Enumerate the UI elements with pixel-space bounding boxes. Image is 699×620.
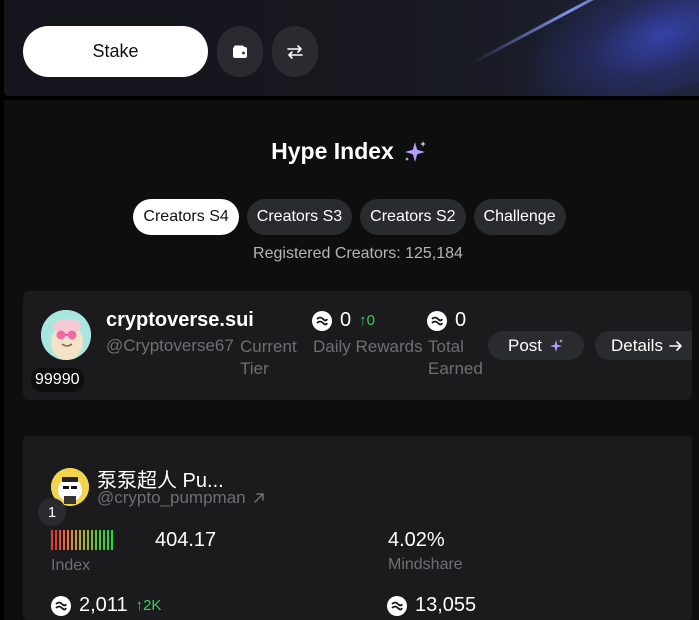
my-creator-card: 99990 cryptoverse.sui @Cryptoverse67 Cur… xyxy=(23,291,692,400)
index-value: 404.17 xyxy=(155,529,217,551)
tab-creators-s4[interactable]: Creators S4 xyxy=(133,199,239,235)
creator-name: cryptoverse.sui xyxy=(106,309,254,331)
daily-rewards-change: ↑0 xyxy=(359,312,375,329)
tab-creators-s2[interactable]: Creators S2 xyxy=(360,199,466,235)
earned-value: 13,055 xyxy=(415,594,477,616)
external-link-icon xyxy=(253,493,264,503)
sparkles-icon xyxy=(550,338,564,352)
sui-token-icon xyxy=(312,310,332,331)
registered-creators-count: Registered Creators: 125,184 xyxy=(253,245,463,262)
index-label: Index xyxy=(51,557,91,574)
sui-token-icon xyxy=(387,595,407,616)
creator-handle: @Cryptoverse67 xyxy=(106,336,234,355)
sui-token-icon xyxy=(51,595,71,616)
daily-rewards-value: 0 xyxy=(340,309,352,331)
mindshare-value: 4.02% xyxy=(388,529,445,551)
arrow-right-icon xyxy=(669,340,682,351)
rewards-change: ↑2K xyxy=(135,597,162,614)
daily-rewards-label: Daily Rewards xyxy=(313,337,423,356)
hype-index-title-row: Hype Index xyxy=(0,138,699,165)
leaderboard-card[interactable]: 1 泵泵超人 Pu... @crypto_pumpman 404.17 Inde… xyxy=(23,436,692,620)
details-button[interactable]: Details xyxy=(595,331,692,360)
details-button-label: Details xyxy=(611,335,663,355)
post-button-label: Post xyxy=(507,335,543,355)
rewards-value: 2,011 xyxy=(79,594,128,616)
wallet-icon xyxy=(233,45,247,58)
current-tier-label: Current Tier xyxy=(240,337,297,378)
creator-handle: @crypto_pumpman xyxy=(97,488,246,507)
avatar xyxy=(41,310,91,360)
tab-creators-s3[interactable]: Creators S3 xyxy=(246,199,353,235)
rank-badge: 99990 xyxy=(31,368,84,392)
swap-button[interactable] xyxy=(272,26,318,77)
swap-arrows-icon xyxy=(287,44,303,59)
earned-value-row: 13,055 xyxy=(387,594,476,617)
total-earned-label: Total Earned xyxy=(428,337,483,378)
rewards-value-row: 2,011 ↑2K xyxy=(51,594,161,617)
creator-handle-link[interactable]: @crypto_pumpman xyxy=(97,488,266,508)
daily-rewards-value-row: 0 ↑0 xyxy=(312,309,375,332)
season-tabs: Creators S4 Creators S3 Creators S2 Chal… xyxy=(0,199,699,235)
total-earned-value: 0 xyxy=(455,309,467,331)
total-earned-value-row: 0 xyxy=(427,309,466,332)
index-heat-bars xyxy=(51,530,113,550)
wallet-button[interactable] xyxy=(217,26,263,77)
page-title: Hype Index xyxy=(271,138,394,164)
tab-challenge[interactable]: Challenge xyxy=(473,199,566,235)
sparkles-icon xyxy=(404,140,426,162)
rank-badge: 1 xyxy=(38,498,66,526)
sui-token-icon xyxy=(427,310,447,331)
post-button[interactable]: Post xyxy=(488,331,584,360)
stake-button[interactable]: Stake xyxy=(23,26,208,77)
mindshare-label: Mindshare xyxy=(388,556,463,573)
